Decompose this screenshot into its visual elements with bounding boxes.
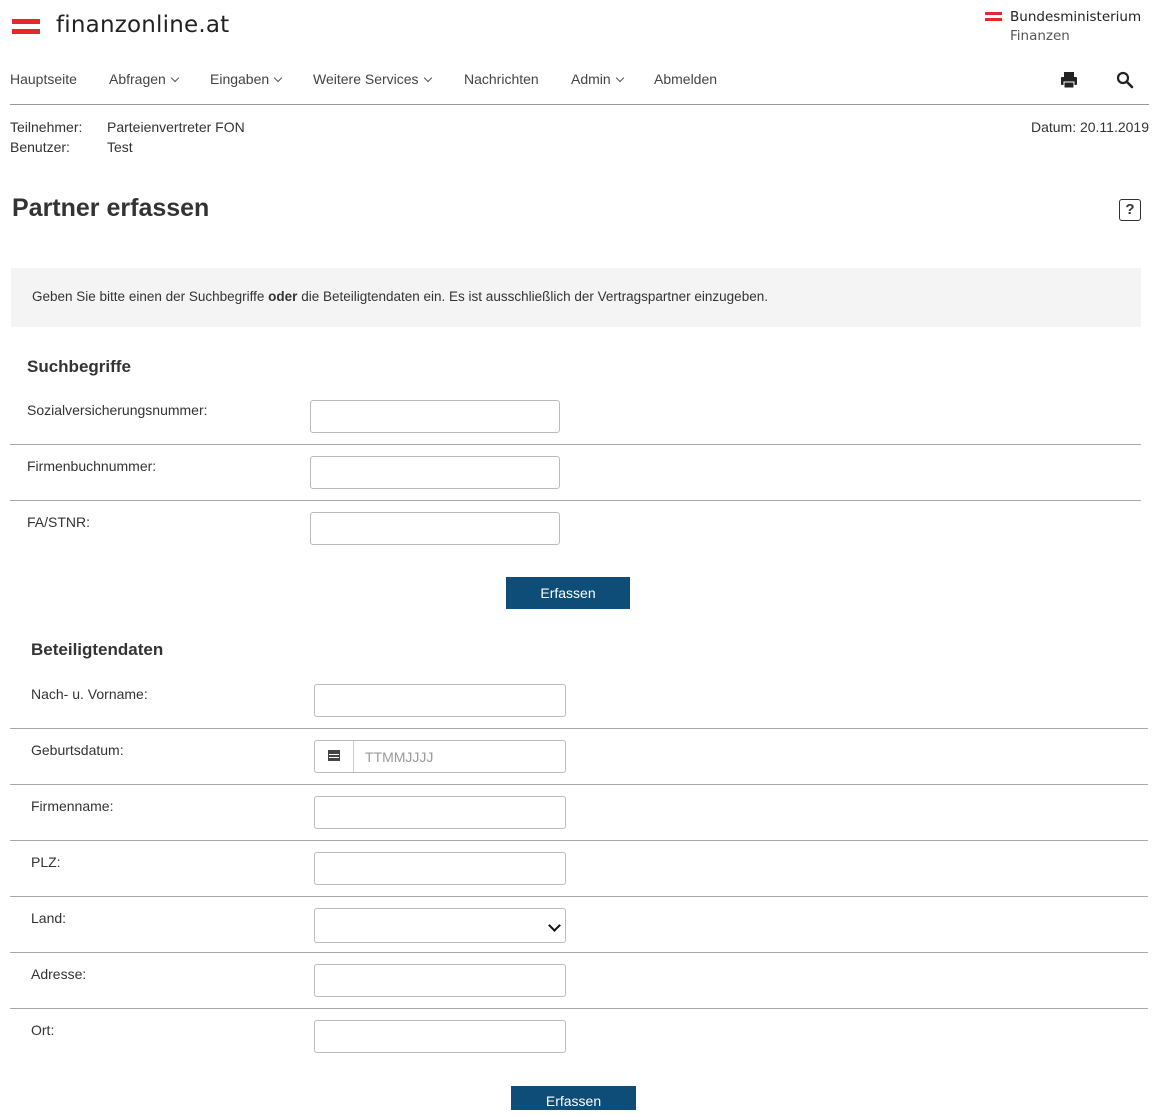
nav-admin[interactable]: Admin [571,71,624,87]
nav-nachrichten[interactable]: Nachrichten [464,71,539,87]
nav-label: Admin [571,71,611,87]
notice-text-bold: oder [268,289,298,304]
nav-label: Nachrichten [464,71,539,87]
label-nach-vorname: Nach- u. Vorname: [31,686,148,702]
teilnehmer-label: Teilnehmer: [10,119,83,135]
label-ort: Ort: [31,1022,55,1038]
calendar-icon [328,750,340,761]
erfassen-button-beteiligtendaten[interactable]: Erfassen [511,1086,636,1110]
name-input[interactable] [314,684,566,717]
nav-weitere-services[interactable]: Weitere Services [313,71,432,87]
erfassen-button-suchbegriffe[interactable]: Erfassen [506,577,630,609]
nav-label: Abmelden [654,71,718,87]
firmenname-input[interactable] [314,796,566,829]
nav-abmelden[interactable]: Abmelden [654,71,717,87]
benutzer-value: Test [107,139,133,155]
ministry-flag-icon [985,12,1002,22]
row-divider [10,444,1141,445]
row-divider [10,728,1148,729]
adresse-input[interactable] [314,964,566,997]
label-land: Land: [31,910,67,926]
nav-label: Eingaben [210,71,270,87]
plz-input[interactable] [314,852,566,885]
ministry-line2: Finanzen [1010,28,1070,44]
row-divider [10,500,1141,501]
nav-hauptseite[interactable]: Hauptseite [10,71,77,87]
nav-divider [10,104,1149,105]
nav-label: Hauptseite [10,71,77,87]
label-firmenname: Firmenname: [31,798,114,814]
ministry-line1: Bundesministerium [1010,9,1142,25]
chevron-down-icon [548,919,561,932]
datum: Datum: 20.11.2019 [1030,119,1149,135]
land-select[interactable] [314,908,566,943]
label-geburtsdatum: Geburtsdatum: [31,742,124,758]
search-icon[interactable] [1115,70,1135,90]
notice-text-pre: Geben Sie bitte einen der Suchbegriffe [32,289,269,304]
print-icon[interactable] [1059,70,1079,90]
chevron-down-icon [615,73,624,83]
teilnehmer-value: Parteienvertreter FON [107,119,245,135]
label-plz: PLZ: [31,854,61,870]
row-divider [10,1008,1148,1009]
label-fa-stnr: FA/STNR: [27,514,91,530]
nav-label: Abfragen [109,71,166,87]
chevron-down-icon [170,73,180,83]
firmenbuchnummer-input[interactable] [310,456,560,489]
geburtsdatum-field [314,740,575,773]
fa-stnr-input[interactable] [310,512,560,545]
section-heading-beteiligtendaten: Beteiligtendaten [31,640,164,659]
info-notice: Geben Sie bitte einen der Suchbegriffe o… [11,268,1141,327]
ort-input[interactable] [314,1020,566,1053]
geburtsdatum-input[interactable] [355,741,575,772]
notice-text-post: die Beteiligtendaten ein. Es ist ausschl… [297,289,768,304]
calendar-button[interactable] [315,741,354,772]
label-adresse: Adresse: [31,966,87,982]
benutzer-label: Benutzer: [10,139,70,155]
row-divider [10,896,1148,897]
austria-flag-logo [12,19,40,35]
chevron-down-icon [423,73,432,83]
help-icon[interactable]: ? [1119,199,1141,221]
row-divider [10,952,1148,953]
page-title: Partner erfassen [12,194,210,222]
sozialversicherungsnummer-input[interactable] [310,400,560,433]
nav-eingaben[interactable]: Eingaben [210,71,283,87]
nav-abfragen[interactable]: Abfragen [109,71,180,87]
label-firmenbuchnummer: Firmenbuchnummer: [27,458,157,474]
label-sozialversicherungsnummer: Sozialversicherungsnummer: [27,402,208,418]
nav-label: Weitere Services [313,71,419,87]
site-logo-text[interactable]: finanzonline.at [56,12,229,38]
notice-text: Geben Sie bitte einen der Suchbegriffe o… [32,289,768,304]
row-divider [10,784,1148,785]
row-divider [10,840,1148,841]
section-heading-suchbegriffe: Suchbegriffe [27,357,131,376]
chevron-down-icon [273,73,283,83]
